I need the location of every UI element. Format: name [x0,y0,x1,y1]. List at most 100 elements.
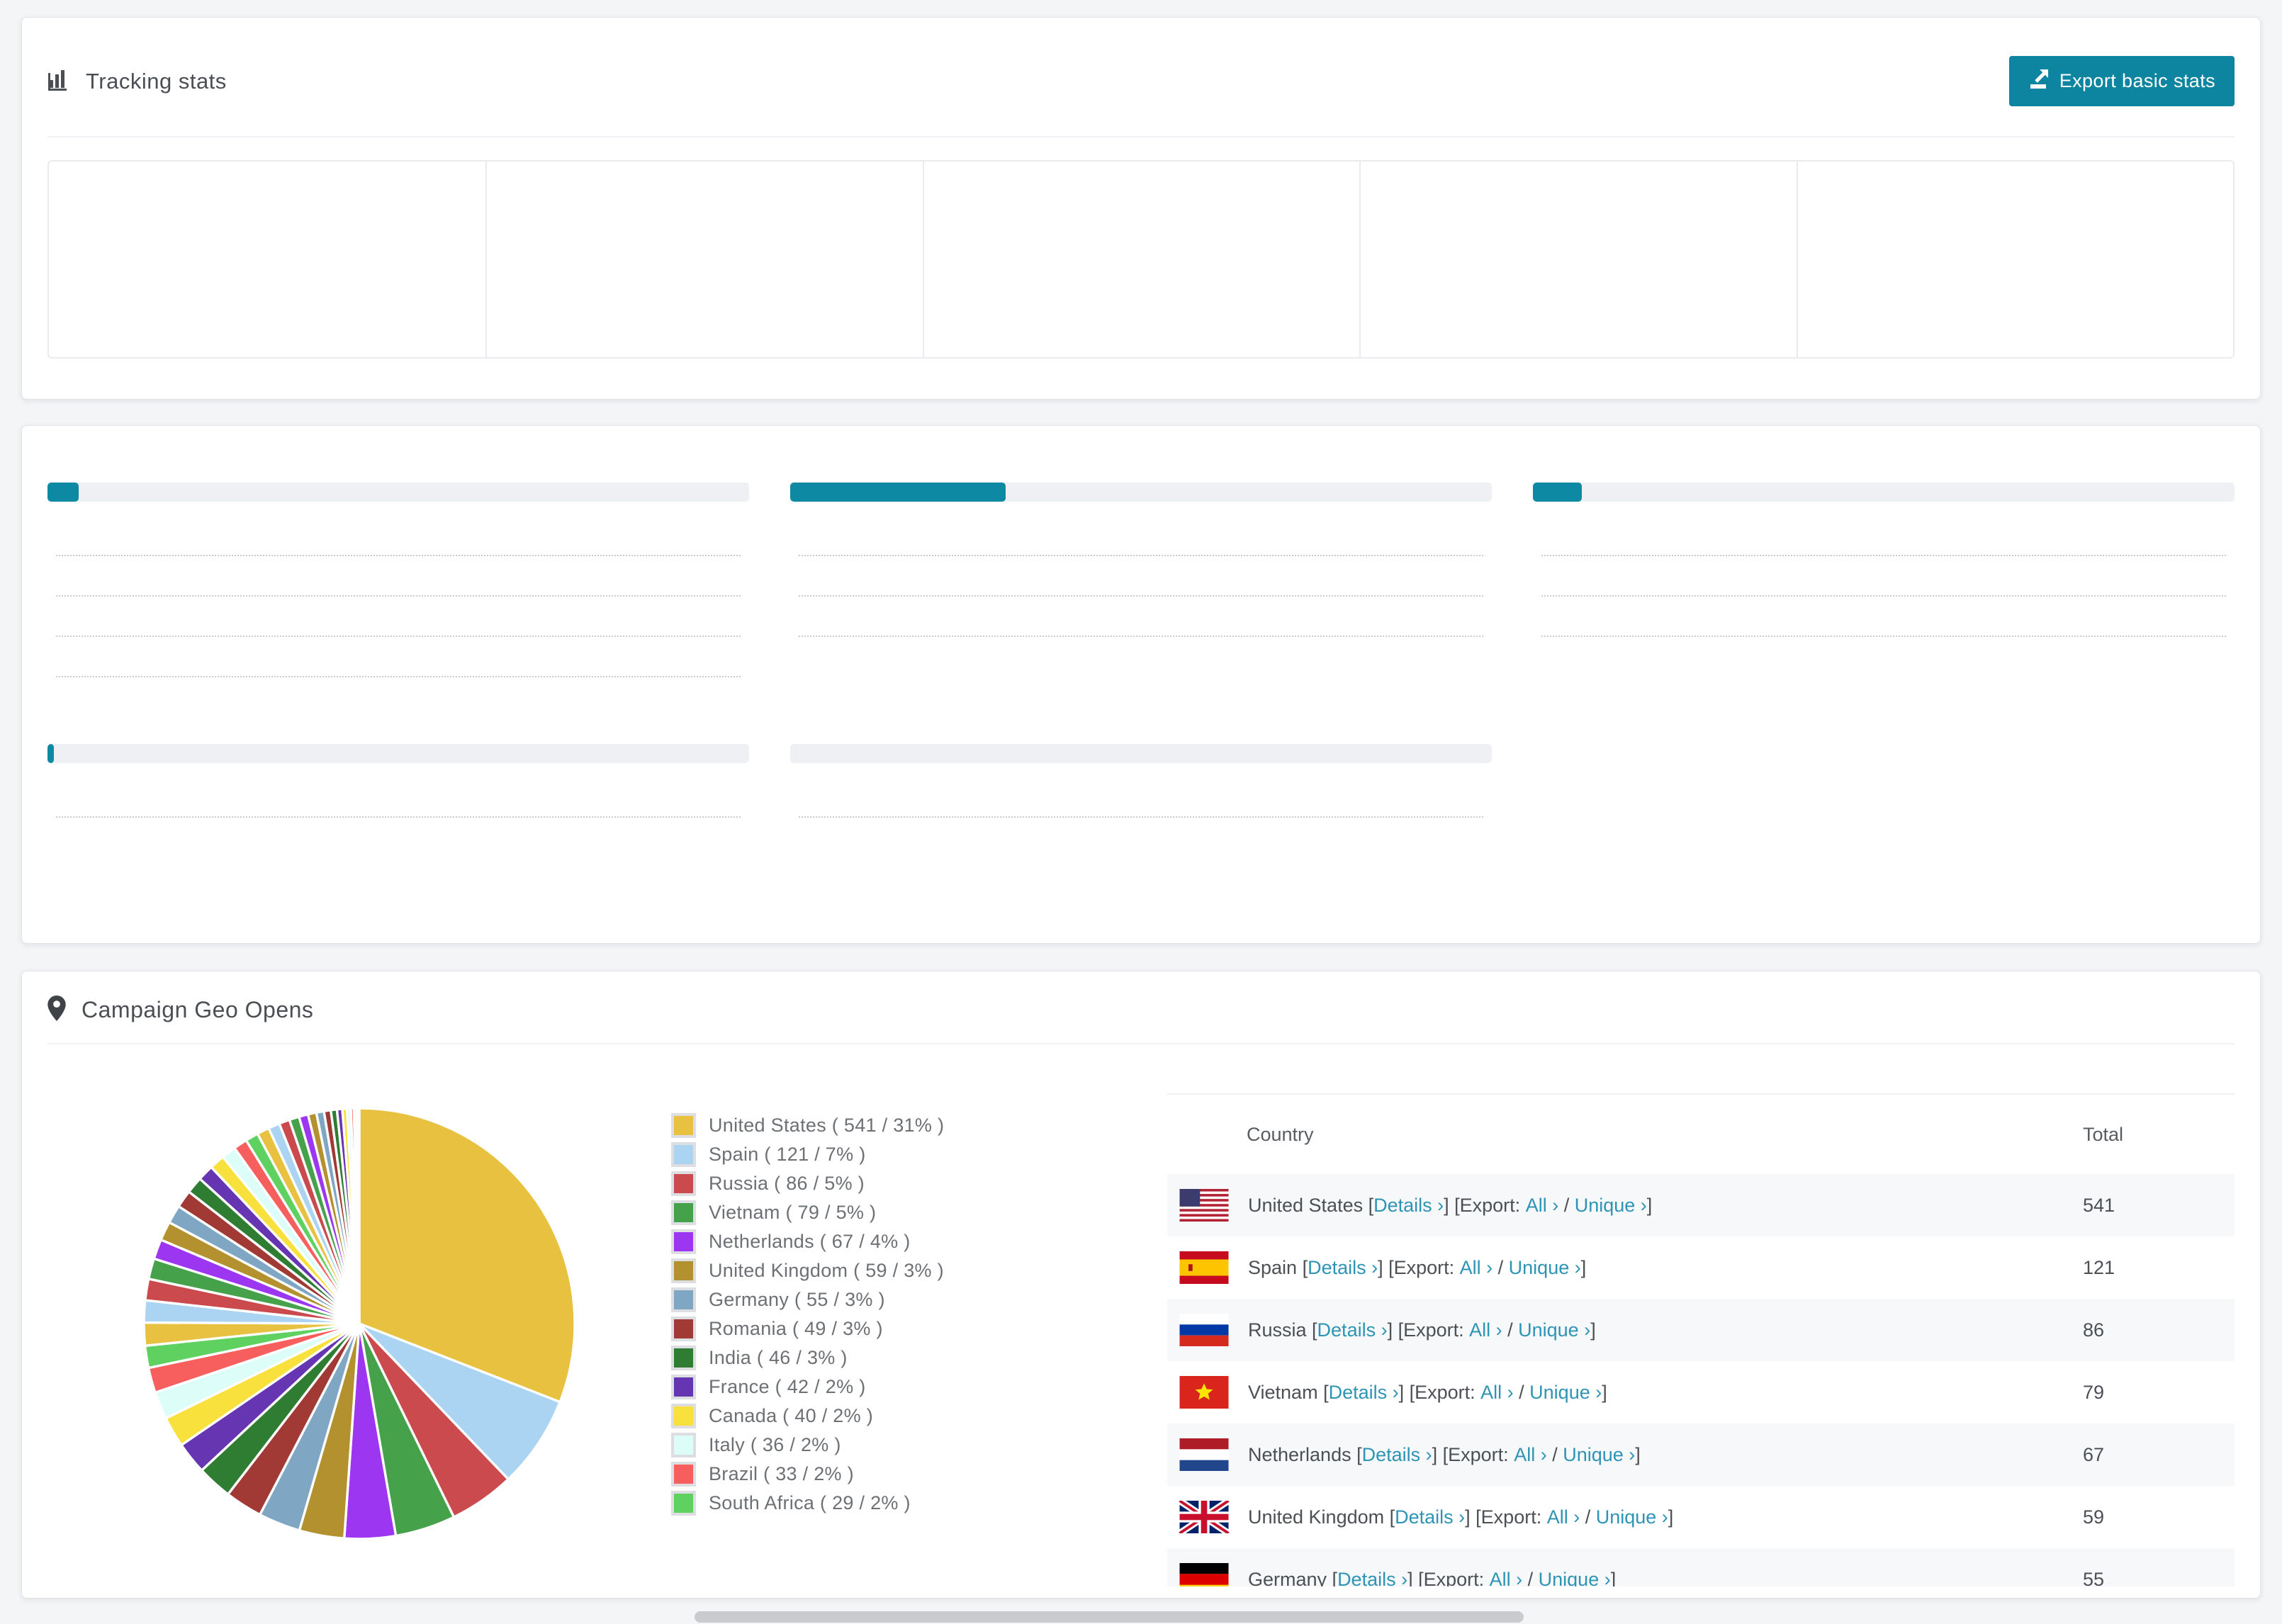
stat-opens [49,162,485,357]
country-cell: Russia [Details ›] [Export: All › / Uniq… [1167,1314,2083,1346]
page-title: Tracking stats [86,68,227,94]
geo-pie-wrap [47,1044,671,1586]
rate-progress-bar [790,744,1492,763]
geo-table-row-russia: Russia [Details ›] [Export: All › / Uniq… [1167,1299,2235,1361]
export-all-link[interactable]: All › [1547,1506,1580,1528]
export-unique-link[interactable]: Unique › [1518,1319,1590,1341]
rate-detail-row [47,783,749,823]
location-pin-icon [47,996,66,1025]
legend-label: Germany ( 55 / 3% ) [709,1289,885,1310]
legend-label: Italy ( 36 / 2% ) [709,1434,841,1455]
rate-detail-row [790,602,1492,643]
geo-pie-chart [142,1107,576,1540]
export-all-link[interactable]: All › [1526,1195,1559,1217]
rate-block-clicks-rate [47,466,749,683]
flag-germany [1179,1563,1229,1586]
pie-slice-other-30 [356,1107,361,1325]
legend-item-romania: Romania ( 49 / 3% ) [671,1314,1167,1343]
dotted-leader [56,595,741,597]
rate-progress-bar [47,483,749,502]
legend-label: Netherlands ( 67 / 4% ) [709,1231,911,1252]
legend-label: France ( 42 / 2% ) [709,1376,866,1397]
export-all-link[interactable]: All › [1460,1257,1493,1279]
stat-clicks [485,162,922,357]
country-cell: Vietnam [Details ›] [Export: All › / Uni… [1167,1376,2083,1409]
geo-table-row-netherlands: Netherlands [Details ›] [Export: All › /… [1167,1423,2235,1486]
rate-progress-fill [47,744,54,763]
legend-swatch [671,1229,696,1254]
legend-item-france: France ( 42 / 2% ) [671,1372,1167,1402]
rate-detail-row [47,602,749,643]
country-cell: Netherlands [Details ›] [Export: All › /… [1167,1438,2083,1471]
flag-spain [1179,1251,1229,1284]
country-label: Vietnam [1248,1381,1324,1403]
rate-progress-fill [1533,483,1582,502]
rates-grid-top [47,466,2235,683]
details-link[interactable]: Details › [1317,1319,1388,1341]
geo-table-row-spain: Spain [Details ›] [Export: All › / Uniqu… [1167,1236,2235,1299]
campaign-geo-opens-card: Campaign Geo Opens United States ( 541 /… [21,971,2261,1598]
legend-label: India ( 46 / 3% ) [709,1347,848,1368]
details-link[interactable]: Details › [1308,1257,1378,1279]
legend-label: Romania ( 49 / 3% ) [709,1318,883,1339]
details-link[interactable]: Details › [1395,1506,1465,1528]
country-label: United States [1248,1194,1368,1216]
geo-table-body: United States [Details ›] [Export: All ›… [1167,1174,2235,1586]
rate-detail-row [47,643,749,683]
country-label: Germany [1248,1568,1332,1587]
stat-complaints [1359,162,1796,357]
dotted-leader [1541,636,2226,637]
summary-stats-row [47,160,2235,359]
legend-swatch [671,1346,696,1370]
legend-swatch [671,1200,696,1225]
rate-progress-bar [1533,483,2235,502]
details-link[interactable]: Details › [1373,1195,1444,1217]
export-unique-link[interactable]: Unique › [1575,1195,1647,1217]
geo-table-row-vietnam: Vietnam [Details ›] [Export: All › / Uni… [1167,1361,2235,1423]
legend-swatch [671,1375,696,1399]
flag-netherlands [1179,1438,1229,1471]
rate-detail-row [47,562,749,602]
export-all-link[interactable]: All › [1514,1444,1547,1466]
column-header-country: Country [1247,1123,1314,1145]
country-cell: United States [Details ›] [Export: All ›… [1167,1189,2083,1222]
legend-item-south-africa: South Africa ( 29 / 2% ) [671,1489,1167,1518]
export-unique-link[interactable]: Unique › [1596,1506,1668,1528]
export-all-link[interactable]: All › [1469,1319,1502,1341]
rate-detail-row [790,562,1492,602]
export-unique-link[interactable]: Unique › [1563,1444,1635,1466]
details-link[interactable]: Details › [1362,1444,1432,1466]
rate-detail-row [1533,602,2235,643]
export-all-link[interactable]: All › [1490,1569,1523,1587]
details-link[interactable]: Details › [1337,1569,1407,1587]
legend-swatch [671,1462,696,1487]
legend-item-vietnam: Vietnam ( 79 / 5% ) [671,1198,1167,1227]
legend-item-brazil: Brazil ( 33 / 2% ) [671,1460,1167,1489]
country-label: United Kingdom [1248,1506,1390,1528]
country-label: Russia [1248,1319,1313,1341]
rate-detail-row [47,521,749,562]
total-cell: 67 [2083,1443,2105,1465]
export-unique-link[interactable]: Unique › [1509,1257,1581,1279]
details-link[interactable]: Details › [1329,1382,1399,1404]
rate-detail-row [1533,562,2235,602]
rate-block-unsubscribe-rate [47,727,749,823]
export-all-link[interactable]: All › [1480,1382,1514,1404]
geo-section-title: Campaign Geo Opens [82,997,314,1022]
horizontal-scrollbar-thumb[interactable] [695,1611,1524,1623]
geo-legend: United States ( 541 / 31% ) Spain ( 121 … [671,1044,1167,1586]
export-basic-stats-button[interactable]: Export basic stats [2008,56,2235,106]
geo-table: Country Total United States [Details ›] … [1167,1093,2235,1586]
export-unique-link[interactable]: Unique › [1529,1382,1602,1404]
rate-detail-row [1533,521,2235,562]
flag-vietnam [1179,1376,1229,1409]
legend-swatch [671,1433,696,1457]
geo-table-header: Country Total [1167,1095,2235,1174]
legend-item-russia: Russia ( 86 / 5% ) [671,1169,1167,1198]
legend-swatch [671,1113,696,1138]
geo-table-row-united-states: United States [Details ›] [Export: All ›… [1167,1174,2235,1236]
export-unique-link[interactable]: Unique › [1539,1569,1611,1587]
legend-item-italy: Italy ( 36 / 2% ) [671,1431,1167,1460]
rate-block-opens-rate [790,466,1492,683]
legend-label: Canada ( 40 / 2% ) [709,1405,874,1426]
